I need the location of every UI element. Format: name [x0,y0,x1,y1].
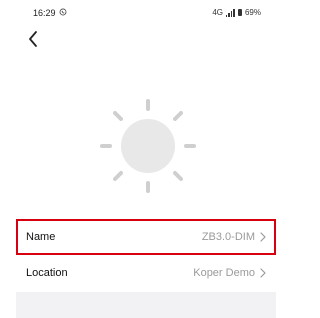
chevron-left-icon [29,31,37,47]
sun-icon [100,99,196,193]
device-location-value: Koper Demo [193,267,255,279]
device-name-value-group: ZB3.0-DIM [202,231,266,243]
battery-percent: 69% [244,8,261,17]
signal-bars-icon [225,8,235,17]
device-name-value: ZB3.0-DIM [201,231,255,243]
chevron-right-icon [260,268,266,278]
back-button[interactable] [26,30,40,48]
status-right: 4G 69% [212,8,261,17]
device-location-label: Location [26,267,68,279]
device-location-value-group: Koper Demo [193,267,266,279]
status-time: 16:29 [33,8,56,18]
device-name-label: Name [26,231,56,243]
bottom-panel [16,292,276,318]
chevron-right-icon [260,232,266,242]
device-name-row[interactable]: Name ZB3.0-DIM [16,219,276,255]
status-bar: 16:29 4G 69% [0,8,284,22]
battery-icon [237,9,242,16]
whatsapp-icon [59,8,67,16]
device-location-row[interactable]: Location Koper Demo [16,255,276,291]
network-type: 4G [212,8,223,17]
